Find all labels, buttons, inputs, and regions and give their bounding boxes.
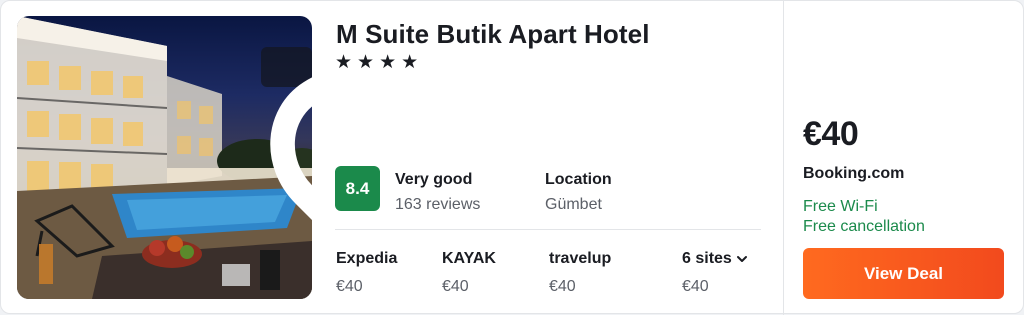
site-offer-travelup[interactable]: travelup €40 [549,250,611,296]
star-icon: ★ [379,52,397,73]
site-price: €40 [442,278,469,295]
more-sites-price: €40 [682,278,709,295]
site-name: travelup [549,250,612,267]
star-icon: ★ [335,52,353,73]
deal-price: €40 [803,115,859,153]
site-offer-expedia[interactable]: Expedia €40 [336,250,397,296]
hotel-photo[interactable] [17,16,312,299]
chevron-down-icon [737,256,748,262]
hotel-result-card: M Suite Butik Apart Hotel ★ ★ ★ ★ 8.4 Ve… [0,0,1024,315]
divider [335,229,761,230]
star-icon: ★ [357,52,375,73]
star-rating: ★ ★ ★ ★ [335,53,418,73]
deal-provider: Booking.com [803,165,905,182]
hotel-name[interactable]: M Suite Butik Apart Hotel [336,19,650,50]
more-sites-dropdown[interactable]: 6 sites €40 [682,250,748,296]
heart-icon [270,77,312,221]
site-name: Expedia [336,250,398,267]
review-count[interactable]: 163 reviews [395,196,480,214]
site-price: €40 [549,278,576,295]
site-offer-kayak[interactable]: KAYAK €40 [442,250,496,296]
amenity-free-wifi: Free Wi-Fi [803,198,878,215]
more-sites-label: 6 sites [682,250,732,267]
location-label: Location [545,171,612,188]
location-value[interactable]: Gümbet [545,196,602,214]
favorite-button[interactable] [261,47,312,221]
site-price: €40 [336,278,363,295]
site-name: KAYAK [442,250,496,267]
column-divider [783,1,784,315]
view-deal-button[interactable]: View Deal [803,248,1004,299]
star-icon: ★ [401,52,419,73]
amenity-free-cancellation: Free cancellation [803,218,925,235]
rating-label: Very good [395,171,473,188]
more-sites-toggle[interactable]: 6 sites [682,250,748,268]
review-score-badge: 8.4 [335,166,380,211]
